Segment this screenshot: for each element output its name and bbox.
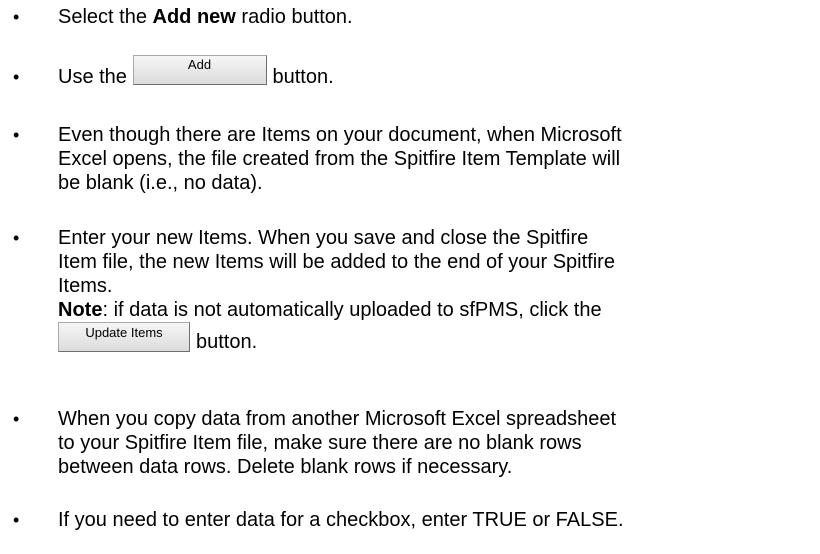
text-line: If you need to enter data for a checkbox… xyxy=(58,509,624,531)
text-line: Item file, the new Items will be added t… xyxy=(58,251,615,273)
list-item-text: Even though there are Items on your docu… xyxy=(58,123,808,195)
update-line: Update Items button. xyxy=(58,322,808,356)
list-item-text: If you need to enter data for a checkbox… xyxy=(58,508,808,532)
list-item-text: Enter your new Items. When you save and … xyxy=(58,226,808,356)
bullet-point: • xyxy=(13,409,20,429)
bullet-point: • xyxy=(13,125,20,145)
text-line: When you copy data from another Microsof… xyxy=(58,408,617,430)
list-item-text: Use the Addbutton. xyxy=(58,55,808,89)
text-line: Even though there are Items on your docu… xyxy=(58,124,622,146)
bullet-point: • xyxy=(13,67,20,87)
text-line: be blank (i.e., no data). xyxy=(58,172,263,194)
text-line: Items. xyxy=(58,275,113,297)
text-segment: button. xyxy=(272,66,334,88)
note-text: : if data is not automatically uploaded … xyxy=(102,299,602,321)
text-line: between data rows. Delete blank rows if … xyxy=(58,456,513,478)
note-line: Note: if data is not automatically uploa… xyxy=(58,298,808,322)
text-segment: button. xyxy=(196,331,258,353)
update-items-button[interactable]: Update Items xyxy=(58,322,190,352)
list-item-text: Select the Add new radio button. xyxy=(58,5,808,29)
bullet-point: • xyxy=(13,7,20,27)
bullet-point: • xyxy=(13,510,20,530)
list-item-text: When you copy data from another Microsof… xyxy=(58,407,808,479)
text-segment: radio button. xyxy=(235,6,353,28)
text-line: Enter your new Items. When you save and … xyxy=(58,227,589,249)
note-label: Note xyxy=(58,299,103,321)
text-line: Excel opens, the file created from the S… xyxy=(58,148,621,170)
add-button[interactable]: Add xyxy=(132,55,267,85)
bold-text: Add new xyxy=(152,6,236,28)
text-segment: Select the xyxy=(58,6,153,28)
bullet-point: • xyxy=(13,228,20,248)
text-line: to your Spitfire Item file, make sure th… xyxy=(58,432,582,454)
text-segment: Use the xyxy=(58,66,127,88)
